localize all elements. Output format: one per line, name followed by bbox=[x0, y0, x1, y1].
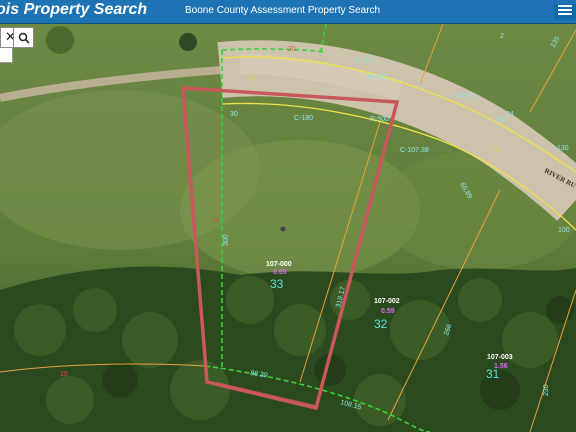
dim-label-130: 130 bbox=[557, 145, 569, 152]
curve-label-r500: R-500 bbox=[370, 116, 389, 123]
dim-label-2: 2 bbox=[500, 33, 504, 40]
dim-label-16: 16 bbox=[60, 371, 68, 378]
curve-label-c10738: C-107.38 bbox=[400, 147, 429, 154]
parcel-id-107-002: 107-002 bbox=[374, 298, 400, 305]
app-header: ois Property Search Boone County Assessm… bbox=[0, 0, 576, 24]
search-button[interactable] bbox=[13, 27, 34, 48]
app-title: ois Property Search bbox=[0, 1, 148, 18]
map-canvas[interactable]: C-112 R-560 C-60.71 C-180 R-500 C-107.38… bbox=[0, 24, 576, 432]
bush bbox=[179, 33, 197, 51]
lot-number-31: 31 bbox=[486, 367, 500, 381]
bush bbox=[46, 26, 74, 54]
dim-label-300: 300 bbox=[223, 234, 230, 246]
parcel-centroid-marker bbox=[280, 226, 286, 232]
county-title: Boone County Assessment Property Search bbox=[185, 5, 381, 16]
parcel-id-107-000: 107-000 bbox=[266, 261, 292, 268]
lot-number-32: 32 bbox=[374, 317, 388, 331]
lot-number-8b: 8 bbox=[494, 145, 499, 154]
dim-label-30: 30 bbox=[230, 111, 238, 118]
parcel-id-107-003: 107-003 bbox=[487, 354, 513, 361]
parcel-acreage-107-002: 0.59 bbox=[381, 308, 395, 315]
dim-label-24: 24 bbox=[506, 111, 514, 118]
lot-number-33: 33 bbox=[270, 277, 284, 291]
dim-label-100: 100 bbox=[558, 227, 570, 234]
curve-label-c180: C-180 bbox=[294, 115, 313, 122]
curve-label-c112: C-112 bbox=[355, 57, 374, 64]
dim-label-11: 11 bbox=[212, 217, 219, 224]
parcel-acreage-107-000: 0.65 bbox=[273, 269, 287, 276]
search-icon bbox=[18, 32, 30, 44]
dim-label-28: 28 bbox=[497, 117, 505, 124]
menu-icon[interactable] bbox=[554, 4, 576, 20]
curve-label-c6071: C-60.71 bbox=[452, 93, 477, 100]
lot-number-8a: 8 bbox=[250, 74, 255, 83]
dim-label-230: 230 bbox=[543, 384, 550, 396]
dim-label-20: 20 bbox=[288, 46, 296, 53]
curve-label-r560: R-560 bbox=[368, 74, 387, 81]
